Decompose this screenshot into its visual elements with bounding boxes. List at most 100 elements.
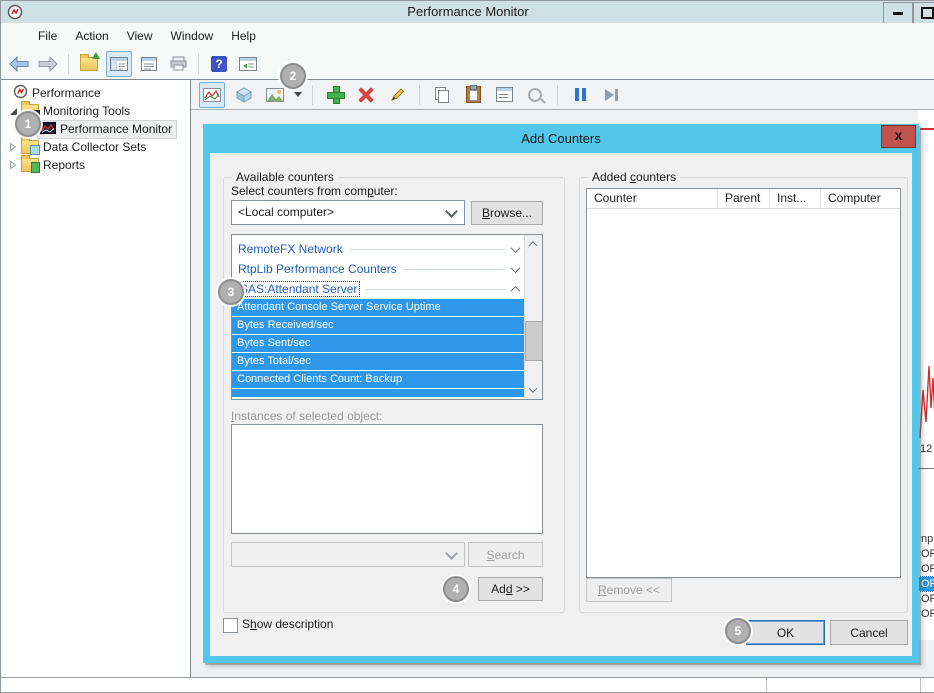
tree-item-reports[interactable]: Reports — [1, 156, 191, 174]
tree-item-data-collector-sets[interactable]: Data Collector Sets — [1, 138, 191, 156]
scroll-up-button[interactable] — [525, 236, 541, 252]
new-window-button[interactable] — [236, 52, 260, 76]
scroll-down-button[interactable] — [525, 382, 541, 398]
dialog-body: Available counters Select counters from … — [210, 153, 912, 656]
view-report-button[interactable] — [263, 83, 287, 107]
help-button[interactable]: ? — [207, 52, 231, 76]
new-window-icon — [239, 57, 257, 71]
properties-button[interactable] — [492, 83, 516, 107]
chart-area-sliver: 12 np OR OR OR OR OR — [918, 110, 934, 640]
pencil-icon — [390, 87, 405, 102]
zoom-button[interactable] — [523, 83, 547, 107]
chevron-up-icon[interactable] — [511, 285, 521, 295]
delete-counter-button[interactable] — [354, 83, 378, 107]
tree-selection: Performance Monitor — [37, 120, 177, 139]
legend-fragment: OR — [921, 562, 934, 576]
table-header: Counter Parent Inst... Computer — [587, 189, 900, 209]
menu-action[interactable]: Action — [66, 24, 117, 48]
chevron-down-icon — [529, 384, 537, 392]
chevron-down-icon — [445, 547, 458, 560]
chevron-down-icon[interactable] — [294, 92, 302, 97]
counter-group-sas-attendant-server[interactable]: SAS:Attendant Server — [232, 279, 525, 299]
counter-item-selected[interactable]: Bytes Sent/sec — [232, 335, 525, 352]
tree-label: Performance Monitor — [60, 122, 172, 136]
cancel-button[interactable]: Cancel — [830, 620, 908, 645]
column-instance[interactable]: Inst... — [770, 189, 821, 208]
folder-icon — [80, 57, 98, 71]
menu-file[interactable]: File — [29, 24, 66, 48]
properties-list-button[interactable] — [137, 52, 161, 76]
counter-rows: RemoteFX Network RtpLib Performance Coun… — [232, 235, 525, 399]
menu-view[interactable]: View — [118, 24, 162, 48]
counter-item-selected[interactable]: Attendant Console Server Service Uptime — [232, 299, 525, 316]
browse-button[interactable]: Browse... — [471, 201, 543, 225]
copy-properties-button[interactable] — [430, 83, 454, 107]
cube-overlay-icon — [30, 145, 40, 155]
paste-counter-list-button[interactable] — [461, 83, 485, 107]
callout-4: 4 — [443, 576, 469, 602]
minimize-button[interactable] — [883, 2, 913, 24]
counter-group-rtplib[interactable]: RtpLib Performance Counters — [232, 259, 525, 279]
added-counters-table[interactable]: Counter Parent Inst... Computer — [586, 188, 901, 578]
freeze-display-button[interactable] — [568, 83, 592, 107]
counter-item-selected[interactable]: Bytes Total/sec — [232, 353, 525, 370]
console-tree-icon — [110, 57, 128, 71]
highlight-button[interactable] — [385, 83, 409, 107]
toolbar-separator — [557, 85, 558, 105]
expander-expanded-icon[interactable] — [7, 108, 19, 115]
pause-icon — [575, 88, 586, 101]
forward-arrow-icon — [38, 56, 58, 72]
chart-time-label: 12 — [920, 443, 932, 455]
counter-item-selected[interactable]: Connected Clients Count: Backup — [232, 371, 525, 388]
remove-button: Remove << — [586, 578, 672, 602]
counters-scrollbar[interactable] — [524, 235, 542, 399]
ok-button[interactable]: OK — [746, 620, 825, 645]
show-description-checkbox[interactable] — [223, 618, 238, 633]
legend-fragment: OR — [921, 592, 934, 606]
added-counters-label: Added counters — [588, 170, 680, 185]
scrollbar-thumb[interactable] — [525, 321, 543, 361]
counter-group-remotefx-network[interactable]: RemoteFX Network — [232, 239, 525, 259]
help-icon: ? — [211, 56, 227, 72]
expander-collapsed-icon[interactable] — [7, 142, 19, 152]
back-arrow-icon — [9, 56, 29, 72]
legend-fragment: np — [921, 532, 933, 546]
callout-3: 3 — [218, 279, 244, 305]
add-counters-dialog: Add Counters x Available counters Select… — [203, 124, 919, 663]
menu-help[interactable]: Help — [222, 24, 265, 48]
maximize-icon — [921, 7, 934, 19]
perfmon-chart-icon — [40, 122, 56, 137]
forward-button[interactable] — [36, 52, 60, 76]
show-console-tree-button[interactable] — [106, 51, 132, 77]
expander-collapsed-icon[interactable] — [7, 160, 19, 170]
dialog-close-button[interactable]: x — [881, 125, 916, 148]
update-data-button[interactable] — [599, 83, 623, 107]
add-button[interactable]: Add >> — [478, 577, 543, 601]
legend-fragment: OR — [921, 607, 934, 621]
available-counters-label: Available counters — [232, 170, 338, 185]
column-counter[interactable]: Counter — [587, 189, 718, 208]
maximize-button[interactable] — [913, 2, 934, 24]
chart-red-line — [918, 360, 934, 440]
view-line-chart-button[interactable] — [199, 82, 225, 108]
menu-window[interactable]: Window — [162, 24, 223, 48]
minimize-icon — [893, 12, 903, 15]
export-list-button[interactable] — [77, 52, 101, 76]
toolbar-separator — [198, 54, 199, 74]
computer-combobox[interactable]: <Local computer> — [231, 200, 465, 225]
instances-listbox[interactable] — [231, 424, 543, 534]
print-button[interactable] — [166, 52, 190, 76]
view-histogram-button[interactable] — [232, 83, 256, 107]
back-button[interactable] — [7, 52, 31, 76]
counter-item-selected[interactable]: Bytes Received/sec — [232, 317, 525, 334]
column-parent[interactable]: Parent — [718, 189, 770, 208]
chevron-down-icon[interactable] — [511, 263, 521, 273]
column-computer[interactable]: Computer — [821, 189, 900, 208]
tree-item-performance[interactable]: Performance — [1, 84, 191, 102]
legend-fragment-selected: OR — [918, 577, 934, 591]
folder-icon — [21, 158, 39, 172]
available-counters-list[interactable]: RemoteFX Network RtpLib Performance Coun… — [231, 234, 543, 400]
add-counters-button[interactable] — [323, 83, 347, 107]
tree-label: Monitoring Tools — [43, 104, 130, 118]
chevron-down-icon[interactable] — [511, 243, 521, 253]
